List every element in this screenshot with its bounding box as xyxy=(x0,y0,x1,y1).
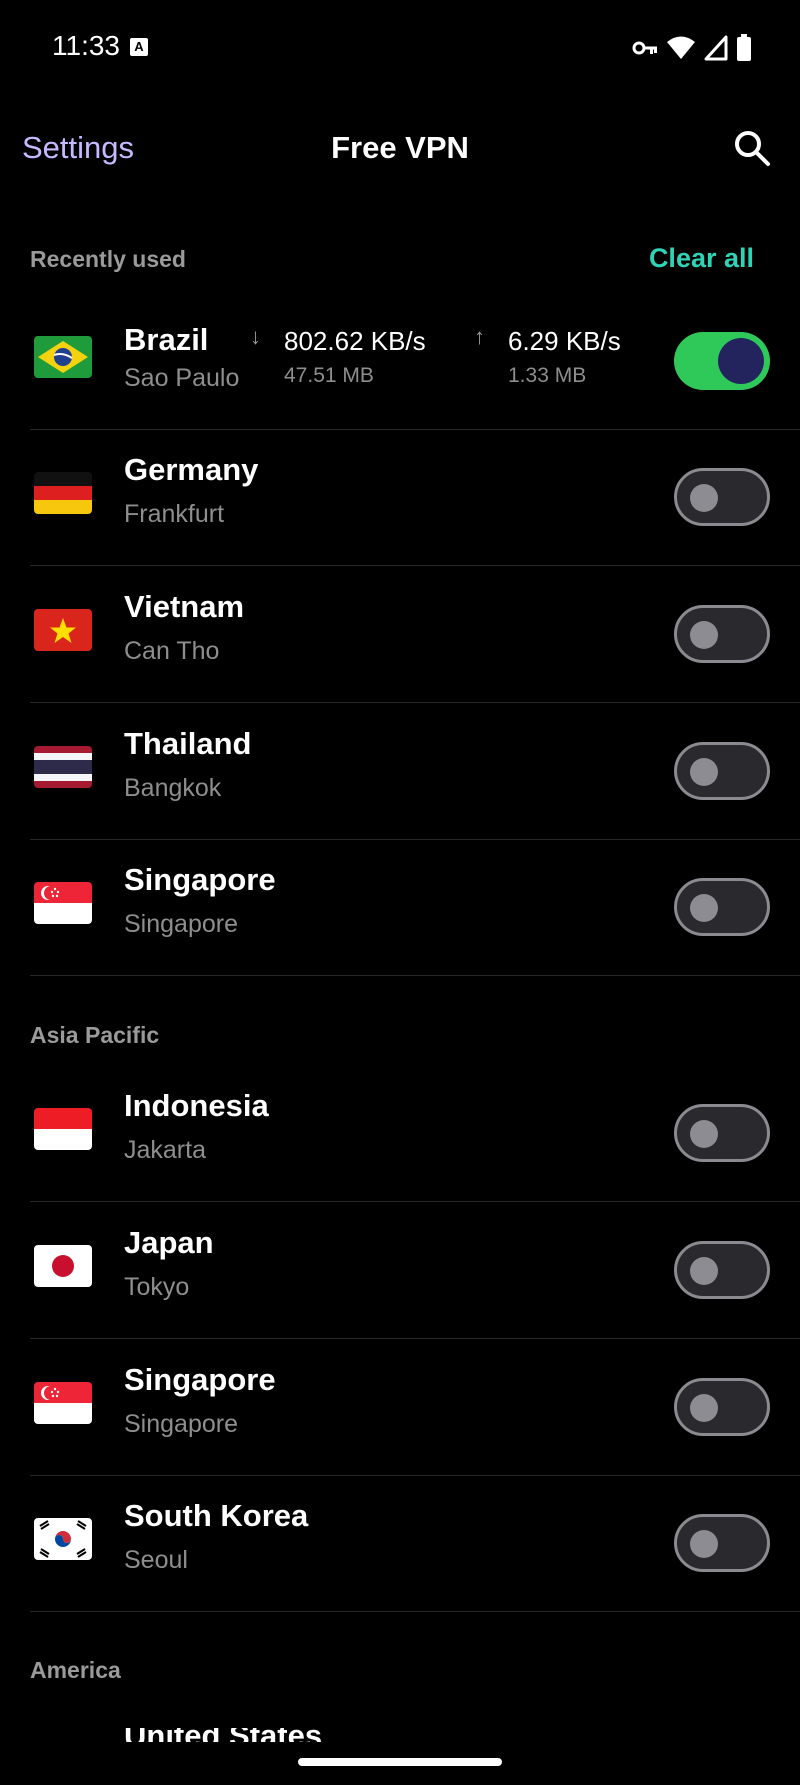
country-name: Vietnam xyxy=(124,588,245,624)
city-name: Bangkok xyxy=(124,773,222,802)
section-header-recent: Recently used xyxy=(30,246,186,272)
connection-toggle[interactable] xyxy=(674,1514,770,1573)
city-name: Singapore xyxy=(124,910,238,939)
city-name: Tokyo xyxy=(124,1272,190,1301)
toggle-knob xyxy=(718,338,764,384)
flag-brazil-icon xyxy=(34,336,92,378)
toggle-knob xyxy=(690,1256,718,1285)
toggle-knob xyxy=(690,484,718,512)
connection-toggle[interactable] xyxy=(674,604,770,663)
flag-singapore-icon xyxy=(34,1381,92,1424)
section-header-america: America xyxy=(30,1657,121,1683)
battery-icon xyxy=(737,34,751,61)
status-bar: 11:33 A xyxy=(0,0,800,96)
upload-total: 1.33 MB xyxy=(508,364,587,387)
server-row-germany[interactable]: Germany Frankfurt xyxy=(0,430,800,566)
arrow-up-icon: ↑ xyxy=(474,324,485,349)
connection-toggle[interactable] xyxy=(674,1377,770,1436)
toggle-knob xyxy=(690,1530,718,1559)
cellular-signal-icon xyxy=(704,35,728,61)
vpn-key-icon xyxy=(632,41,657,55)
city-name: Singapore xyxy=(124,1409,238,1438)
city-name: Jakarta xyxy=(124,1136,206,1164)
status-icons xyxy=(632,30,752,66)
download-rate: 802.62 KB/s xyxy=(284,326,426,356)
server-row-singapore[interactable]: Singapore Singapore xyxy=(0,840,800,977)
server-row-vietnam[interactable]: Vietnam Can Tho xyxy=(0,567,800,703)
clear-all-button[interactable]: Clear all xyxy=(649,243,754,274)
country-name: Singapore xyxy=(124,1361,276,1397)
server-row-brazil[interactable]: Brazil Sao Paulo ↓ 802.62 KB/s 47.51 MB … xyxy=(0,294,800,430)
divider xyxy=(30,975,800,977)
server-row-indonesia[interactable]: Indonesia Jakarta xyxy=(0,1066,800,1202)
home-indicator[interactable] xyxy=(298,1758,502,1766)
connection-toggle[interactable] xyxy=(674,332,770,390)
country-name: Brazil xyxy=(124,322,209,357)
settings-link[interactable]: Settings xyxy=(22,130,134,166)
wifi-icon xyxy=(667,36,695,59)
city-name: Seoul xyxy=(124,1546,188,1575)
search-button[interactable] xyxy=(732,128,772,168)
keyboard-indicator-icon: A xyxy=(130,38,148,56)
download-total: 47.51 MB xyxy=(284,364,374,387)
flag-germany-icon xyxy=(34,472,92,514)
toggle-knob xyxy=(690,1120,718,1148)
flag-south-korea-icon xyxy=(34,1518,92,1561)
flag-thailand-icon xyxy=(34,745,92,788)
toggle-knob xyxy=(690,1393,718,1422)
country-name: Japan xyxy=(124,1224,214,1260)
toggle-knob xyxy=(690,894,718,923)
app-bar: Free VPN Settings xyxy=(0,110,800,190)
arrow-down-icon: ↓ xyxy=(250,324,261,349)
country-name: Indonesia xyxy=(124,1088,269,1123)
server-row-south-korea[interactable]: South Korea Seoul xyxy=(0,1476,800,1613)
city-name: Frankfurt xyxy=(124,500,225,528)
toggle-knob xyxy=(690,620,718,649)
country-name: Singapore xyxy=(124,862,276,898)
upload-rate: 6.29 KB/s xyxy=(508,326,621,356)
country-name: Germany xyxy=(124,452,259,487)
flag-japan-icon xyxy=(34,1244,92,1287)
search-icon xyxy=(735,131,770,166)
server-row-japan[interactable]: Japan Tokyo xyxy=(0,1203,800,1339)
city-name: Can Tho xyxy=(124,636,220,665)
divider xyxy=(30,1611,800,1613)
connection-toggle[interactable] xyxy=(674,1240,770,1299)
server-row-thailand[interactable]: Thailand Bangkok xyxy=(0,704,800,840)
country-name-partial: United States xyxy=(124,1728,322,1742)
status-time: 11:33 xyxy=(52,30,120,61)
connection-toggle[interactable] xyxy=(674,1104,770,1162)
connection-toggle[interactable] xyxy=(674,468,770,526)
connection-toggle[interactable] xyxy=(674,741,770,800)
flag-indonesia-icon xyxy=(34,1108,92,1150)
city-name: Sao Paulo xyxy=(124,364,240,392)
section-header-asia: Asia Pacific xyxy=(30,1022,160,1048)
toggle-knob xyxy=(690,757,718,786)
connection-toggle[interactable] xyxy=(674,878,770,937)
server-row-singapore[interactable]: Singapore Singapore xyxy=(0,1340,800,1476)
flag-singapore-icon xyxy=(34,882,92,925)
country-name: Thailand xyxy=(124,725,252,761)
country-name: South Korea xyxy=(124,1498,309,1534)
flag-vietnam-icon xyxy=(34,608,92,651)
